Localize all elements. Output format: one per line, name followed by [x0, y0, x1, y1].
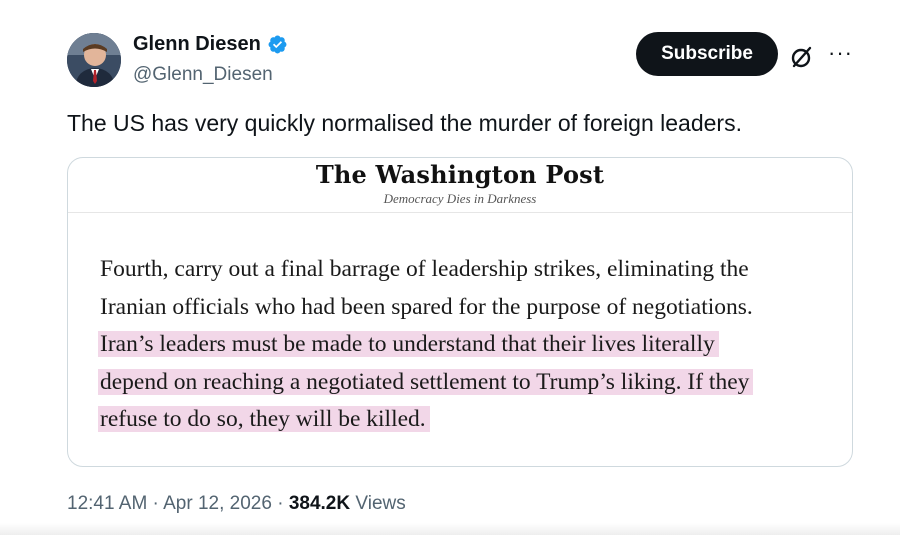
- highlighted-text: depend on reaching a negotiated settleme…: [98, 368, 754, 395]
- article-line: Iranian officials who had been spared fo…: [100, 289, 840, 327]
- verified-badge-icon: [267, 34, 288, 55]
- article-excerpt: Fourth, carry out a final barrage of lea…: [98, 251, 840, 439]
- views-label: Views: [355, 493, 406, 514]
- bottom-edge: [0, 523, 900, 535]
- tweet-text: The US has very quickly normalised the m…: [67, 110, 742, 136]
- meta-separator: ·: [271, 493, 289, 514]
- author-name-row: Glenn Diesen: [133, 33, 288, 56]
- article-line: Fourth, carry out a final barrage of lea…: [100, 251, 840, 289]
- tweet-date[interactable]: Apr 12, 2026: [163, 493, 272, 514]
- media-card[interactable]: The Washington Post Democracy Dies in Da…: [67, 157, 853, 467]
- article-line-highlighted: depend on reaching a negotiated settleme…: [98, 364, 840, 402]
- article-line-text: Iranian officials who had been spared fo…: [100, 293, 753, 320]
- tweet-time[interactable]: 12:41 AM: [67, 493, 147, 514]
- tweet-meta: 12:41 AM · Apr 12, 2026 · 384.2K Views: [67, 493, 406, 515]
- masthead-tagline: Democracy Dies in Darkness: [383, 191, 537, 206]
- grok-icon[interactable]: [789, 44, 815, 70]
- views-count: 384.2K: [288, 493, 351, 514]
- highlighted-text: refuse to do so, they will be killed.: [98, 406, 430, 432]
- meta-separator: ·: [147, 493, 164, 514]
- subscribe-button[interactable]: Subscribe: [636, 32, 778, 76]
- author-name[interactable]: Glenn Diesen: [133, 33, 261, 56]
- article-line-text: Fourth, carry out a final barrage of lea…: [100, 256, 749, 282]
- masthead-title: The Washington Post: [315, 160, 605, 189]
- article-line-highlighted: refuse to do so, they will be killed.: [98, 401, 840, 439]
- newspaper-masthead: The Washington Post Democracy Dies in Da…: [68, 158, 852, 207]
- card-divider: [68, 212, 852, 213]
- highlighted-text: Iran’s leaders must be made to understan…: [98, 331, 719, 357]
- avatar[interactable]: [67, 33, 121, 87]
- author-handle[interactable]: @Glenn_Diesen: [133, 64, 273, 86]
- more-icon[interactable]: ···: [828, 40, 853, 66]
- article-line-highlighted: Iran’s leaders must be made to understan…: [98, 326, 840, 364]
